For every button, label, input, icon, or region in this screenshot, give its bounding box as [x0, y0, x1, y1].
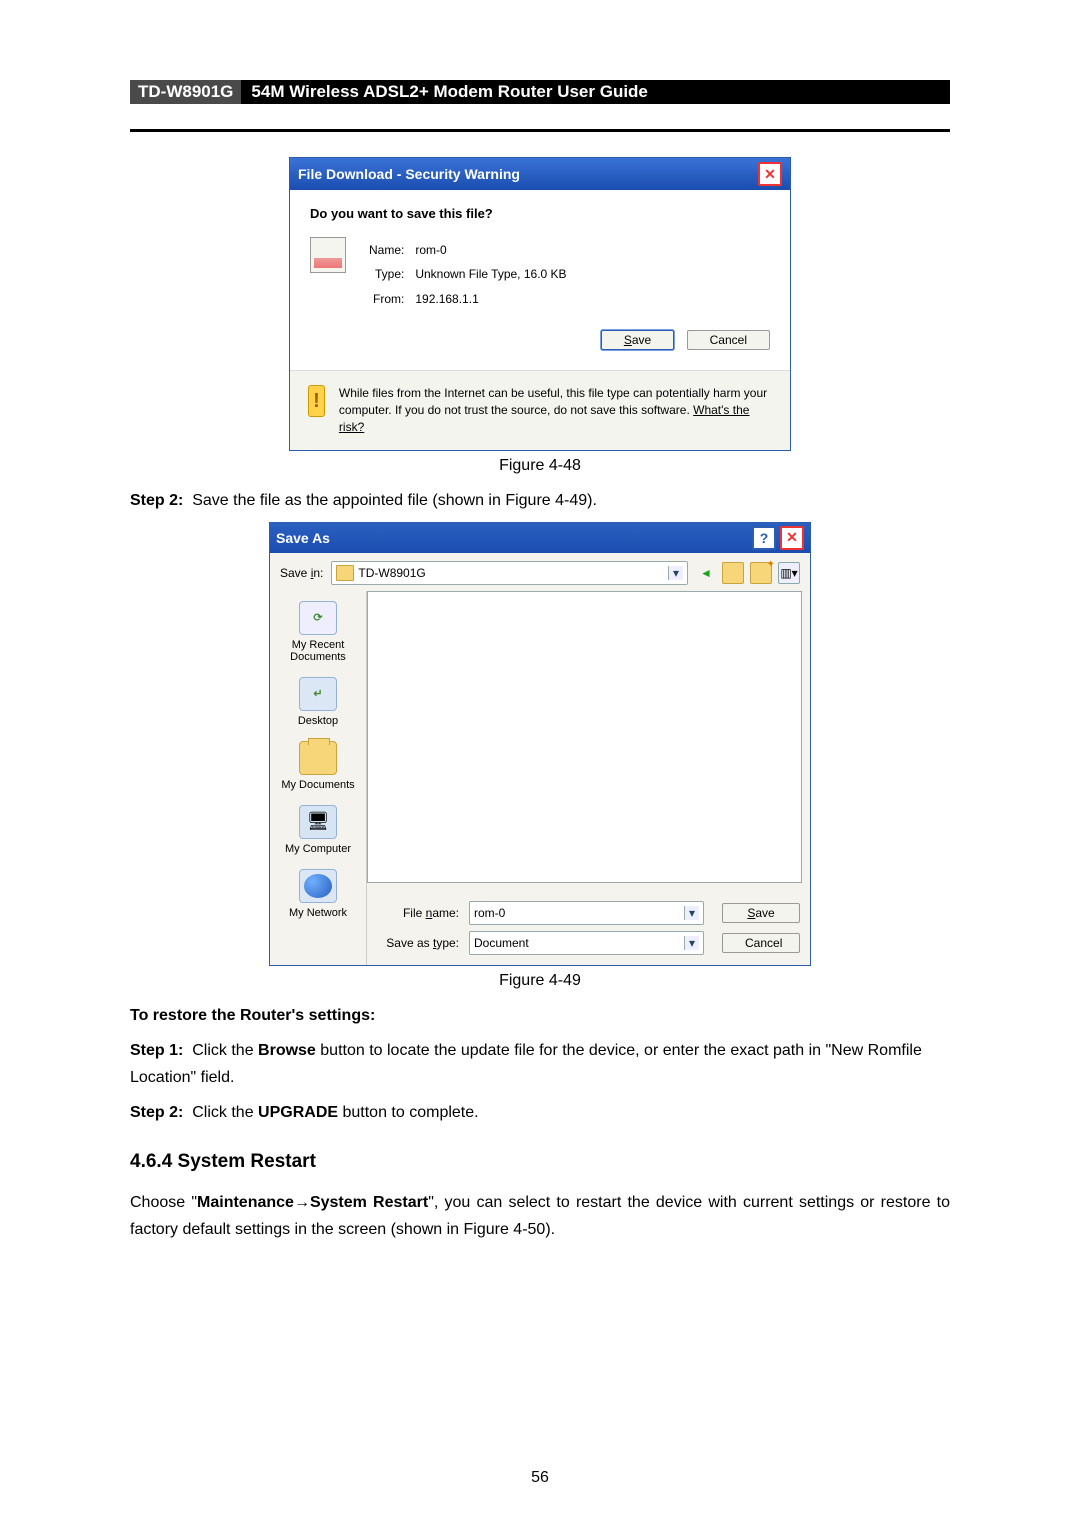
section-paragraph: Choose "Maintenance→System Restart", you…	[130, 1189, 950, 1243]
saveastype-label: Save as type:	[377, 936, 459, 950]
figure-449-caption: Figure 4-49	[130, 972, 950, 990]
back-icon[interactable]: ◄	[696, 563, 716, 583]
cancel-button[interactable]: Cancel	[687, 330, 770, 350]
file-download-question: Do you want to save this file?	[310, 206, 770, 221]
cancel-button[interactable]: Cancel	[722, 933, 800, 953]
help-icon[interactable]: ?	[752, 526, 776, 550]
restore-step1: Step 1: Click the Browse button to locat…	[130, 1037, 950, 1091]
file-download-titlebar[interactable]: File Download - Security Warning ✕	[290, 158, 790, 190]
place-my-network[interactable]: My Network	[273, 863, 363, 925]
chevron-down-icon[interactable]: ▾	[684, 906, 699, 920]
save-button[interactable]: SSaveave	[601, 330, 674, 350]
header-rule	[130, 129, 950, 132]
place-desktop[interactable]: Desktop	[273, 671, 363, 733]
warning-icon: !	[308, 385, 325, 417]
save-button[interactable]: Save	[722, 903, 800, 923]
page-number: 56	[531, 1469, 549, 1487]
chevron-down-icon[interactable]: ▾	[684, 936, 699, 950]
place-recent-documents[interactable]: My Recent Documents	[273, 595, 363, 669]
new-folder-icon[interactable]	[750, 562, 772, 584]
up-one-level-icon[interactable]	[722, 562, 744, 584]
filename-combo[interactable]: rom-0 ▾	[469, 901, 704, 925]
file-icon	[310, 237, 346, 273]
save-as-title: Save As	[276, 530, 330, 546]
restore-step2: Step 2: Click the UPGRADE button to comp…	[130, 1099, 950, 1126]
save-as-dialog: Save As ? ✕ Save in: TD-W8901G ▾ ◄ ▥▾	[269, 522, 811, 966]
saveastype-combo[interactable]: Document ▾	[469, 931, 704, 955]
step2a: Step 2: Save the file as the appointed f…	[130, 487, 950, 514]
place-my-computer[interactable]: My Computer	[273, 799, 363, 861]
place-my-documents[interactable]: My Documents	[273, 735, 363, 797]
filename-label: File name:	[377, 906, 459, 920]
file-download-title: File Download - Security Warning	[298, 166, 520, 182]
places-bar: My Recent Documents Desktop My Documents…	[270, 591, 367, 965]
doc-header: TD-W8901G 54M Wireless ADSL2+ Modem Rout…	[130, 80, 950, 104]
restore-heading: To restore the Router's settings:	[130, 1002, 950, 1029]
doc-title: 54M Wireless ADSL2+ Modem Router User Gu…	[241, 80, 950, 104]
warning-text: While files from the Internet can be use…	[339, 385, 772, 435]
doc-model: TD-W8901G	[130, 80, 241, 104]
save-in-combo[interactable]: TD-W8901G ▾	[331, 561, 688, 585]
figure-448-caption: Figure 4-48	[130, 457, 950, 475]
file-list-area[interactable]	[367, 591, 802, 883]
file-download-dialog: File Download - Security Warning ✕ Do yo…	[289, 157, 791, 451]
save-in-label: Save in:	[280, 566, 323, 580]
folder-icon	[336, 565, 354, 581]
file-info-table: Name:rom-0 Type:Unknown File Type, 16.0 …	[366, 237, 570, 312]
chevron-down-icon[interactable]: ▾	[668, 566, 683, 580]
views-icon[interactable]: ▥▾	[778, 562, 800, 584]
section-heading: 4.6.4 System Restart	[130, 1151, 950, 1173]
save-as-titlebar[interactable]: Save As ? ✕	[270, 523, 810, 553]
close-icon[interactable]: ✕	[780, 526, 804, 550]
close-icon[interactable]: ✕	[758, 162, 782, 186]
